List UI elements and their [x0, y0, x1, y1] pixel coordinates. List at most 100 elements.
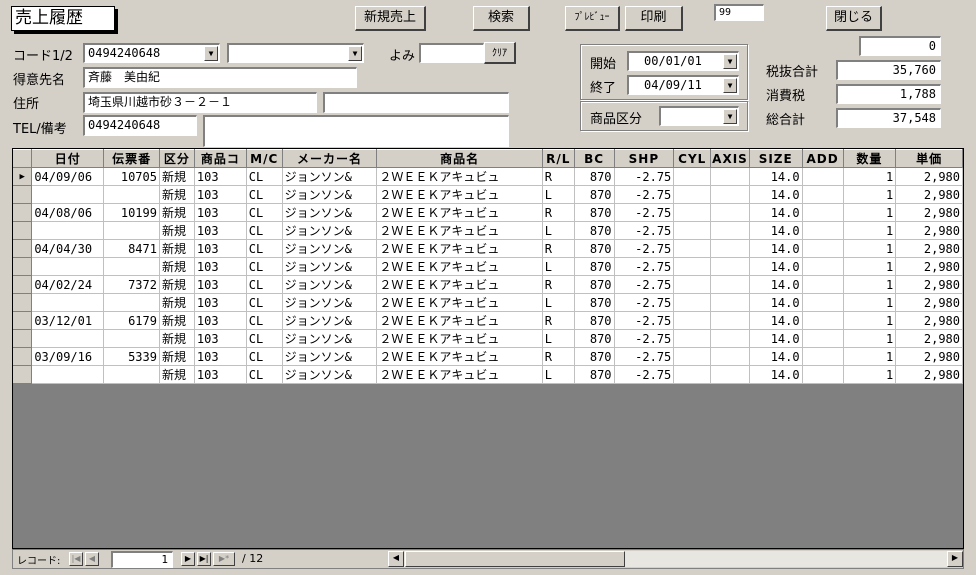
table-cell[interactable]: [103, 257, 160, 276]
table-cell[interactable]: [673, 185, 712, 204]
table-cell[interactable]: 870: [574, 257, 615, 276]
row-selector[interactable]: [13, 311, 33, 330]
table-cell[interactable]: -2.75: [614, 203, 675, 222]
table-cell[interactable]: [103, 293, 160, 312]
table-cell[interactable]: -2.75: [614, 167, 675, 186]
table-row[interactable]: 新規 103 CL ジョンソン& ２ＷＥＥＫアキュビュ L 870 -2.75 14.0 1 2,9…: [13, 329, 963, 348]
table-cell[interactable]: [710, 275, 750, 294]
table-cell[interactable]: 14.0: [749, 203, 803, 222]
column-header[interactable]: 数量: [843, 149, 897, 168]
table-cell[interactable]: 2,980: [895, 365, 963, 384]
table-cell[interactable]: 103: [194, 185, 247, 204]
table-cell[interactable]: -2.75: [614, 275, 675, 294]
table-cell[interactable]: [710, 221, 750, 240]
column-header[interactable]: 商品名: [376, 149, 543, 168]
table-cell[interactable]: [710, 311, 750, 330]
table-cell[interactable]: 新規: [159, 347, 195, 366]
table-cell[interactable]: 14.0: [749, 257, 803, 276]
table-cell[interactable]: R: [542, 311, 575, 330]
table-cell[interactable]: L: [542, 329, 575, 348]
table-cell[interactable]: [802, 239, 844, 258]
new-sale-button[interactable]: 新規売上: [355, 6, 426, 31]
address1-input[interactable]: 埼玉県川越市砂３－２－１: [83, 92, 317, 113]
table-cell[interactable]: ２ＷＥＥＫアキュビュ: [376, 365, 543, 384]
column-header[interactable]: AXIS: [710, 149, 750, 168]
table-cell[interactable]: [673, 239, 712, 258]
yomi-input[interactable]: [419, 43, 484, 63]
table-cell[interactable]: L: [542, 293, 575, 312]
first-record-icon[interactable]: |◀: [69, 552, 83, 566]
table-cell[interactable]: [673, 275, 712, 294]
table-cell[interactable]: 04/08/06: [31, 203, 105, 222]
table-cell[interactable]: 14.0: [749, 365, 803, 384]
table-cell[interactable]: [710, 203, 750, 222]
table-cell[interactable]: 新規: [159, 365, 195, 384]
close-button[interactable]: 閉じる: [826, 6, 882, 31]
table-cell[interactable]: 03/12/01: [31, 311, 105, 330]
table-row[interactable]: 03/12/01 6179 新規 103 CL ジョンソン& ２ＷＥＥＫアキュビュ R 870-…: [13, 311, 963, 330]
dropdown-arrow-icon[interactable]: ▼: [348, 46, 362, 61]
record-number-input[interactable]: 1: [111, 551, 173, 568]
last-record-icon[interactable]: ▶|: [197, 552, 211, 566]
table-cell[interactable]: [710, 347, 750, 366]
table-cell[interactable]: 1: [843, 365, 897, 384]
table-cell[interactable]: 1: [843, 167, 897, 186]
table-cell[interactable]: 870: [574, 293, 615, 312]
column-header[interactable]: SIZE: [749, 149, 803, 168]
table-cell[interactable]: CL: [246, 167, 283, 186]
table-cell[interactable]: R: [542, 203, 575, 222]
table-row[interactable]: 新規 103 CL ジョンソン& ２ＷＥＥＫアキュビュ L 870 -2.75 14.0 1 2,9…: [13, 293, 963, 312]
table-cell[interactable]: -2.75: [614, 365, 675, 384]
table-cell[interactable]: L: [542, 365, 575, 384]
preview-button[interactable]: ﾌﾟﾚﾋﾞｭｰ: [565, 6, 620, 31]
table-cell[interactable]: -2.75: [614, 185, 675, 204]
table-cell[interactable]: [710, 365, 750, 384]
table-cell[interactable]: -2.75: [614, 239, 675, 258]
table-cell[interactable]: 103: [194, 275, 247, 294]
table-cell[interactable]: L: [542, 185, 575, 204]
table-cell[interactable]: 14.0: [749, 221, 803, 240]
column-header[interactable]: ADD: [802, 149, 844, 168]
column-header[interactable]: CYL: [673, 149, 712, 168]
table-cell[interactable]: [31, 257, 105, 276]
table-cell[interactable]: [802, 329, 844, 348]
table-cell[interactable]: [31, 221, 105, 240]
table-cell[interactable]: 103: [194, 239, 247, 258]
table-cell[interactable]: 10199: [103, 203, 160, 222]
table-row[interactable]: 新規 103 CL ジョンソン& ２ＷＥＥＫアキュビュ L 870 -2.75 14.0 1 2,9…: [13, 257, 963, 276]
table-cell[interactable]: 5339: [103, 347, 160, 366]
dropdown-arrow-icon[interactable]: ▼: [723, 78, 737, 93]
table-cell[interactable]: 103: [194, 257, 247, 276]
table-cell[interactable]: 103: [194, 347, 247, 366]
table-cell[interactable]: [673, 167, 712, 186]
table-cell[interactable]: 2,980: [895, 311, 963, 330]
table-cell[interactable]: 870: [574, 221, 615, 240]
table-cell[interactable]: [802, 257, 844, 276]
table-cell[interactable]: ジョンソン&: [282, 203, 378, 222]
table-cell[interactable]: [103, 365, 160, 384]
table-cell[interactable]: 2,980: [895, 203, 963, 222]
table-cell[interactable]: [103, 221, 160, 240]
row-selector[interactable]: [13, 275, 33, 294]
table-cell[interactable]: 1: [843, 293, 897, 312]
table-cell[interactable]: 04/02/24: [31, 275, 105, 294]
table-cell[interactable]: 2,980: [895, 293, 963, 312]
table-cell[interactable]: 2,980: [895, 329, 963, 348]
current-record-icon[interactable]: ▶: [13, 167, 33, 186]
table-cell[interactable]: [710, 293, 750, 312]
table-cell[interactable]: -2.75: [614, 257, 675, 276]
table-cell[interactable]: ジョンソン&: [282, 239, 378, 258]
table-cell[interactable]: CL: [246, 311, 283, 330]
table-cell[interactable]: R: [542, 167, 575, 186]
table-cell[interactable]: ２ＷＥＥＫアキュビュ: [376, 293, 543, 312]
table-cell[interactable]: [673, 347, 712, 366]
table-cell[interactable]: [31, 365, 105, 384]
table-cell[interactable]: CL: [246, 257, 283, 276]
prev-record-icon[interactable]: ◀: [85, 552, 99, 566]
table-cell[interactable]: [710, 185, 750, 204]
table-cell[interactable]: 新規: [159, 239, 195, 258]
table-cell[interactable]: [802, 275, 844, 294]
table-cell[interactable]: 新規: [159, 311, 195, 330]
table-cell[interactable]: R: [542, 239, 575, 258]
column-header[interactable]: 伝票番: [103, 149, 160, 168]
